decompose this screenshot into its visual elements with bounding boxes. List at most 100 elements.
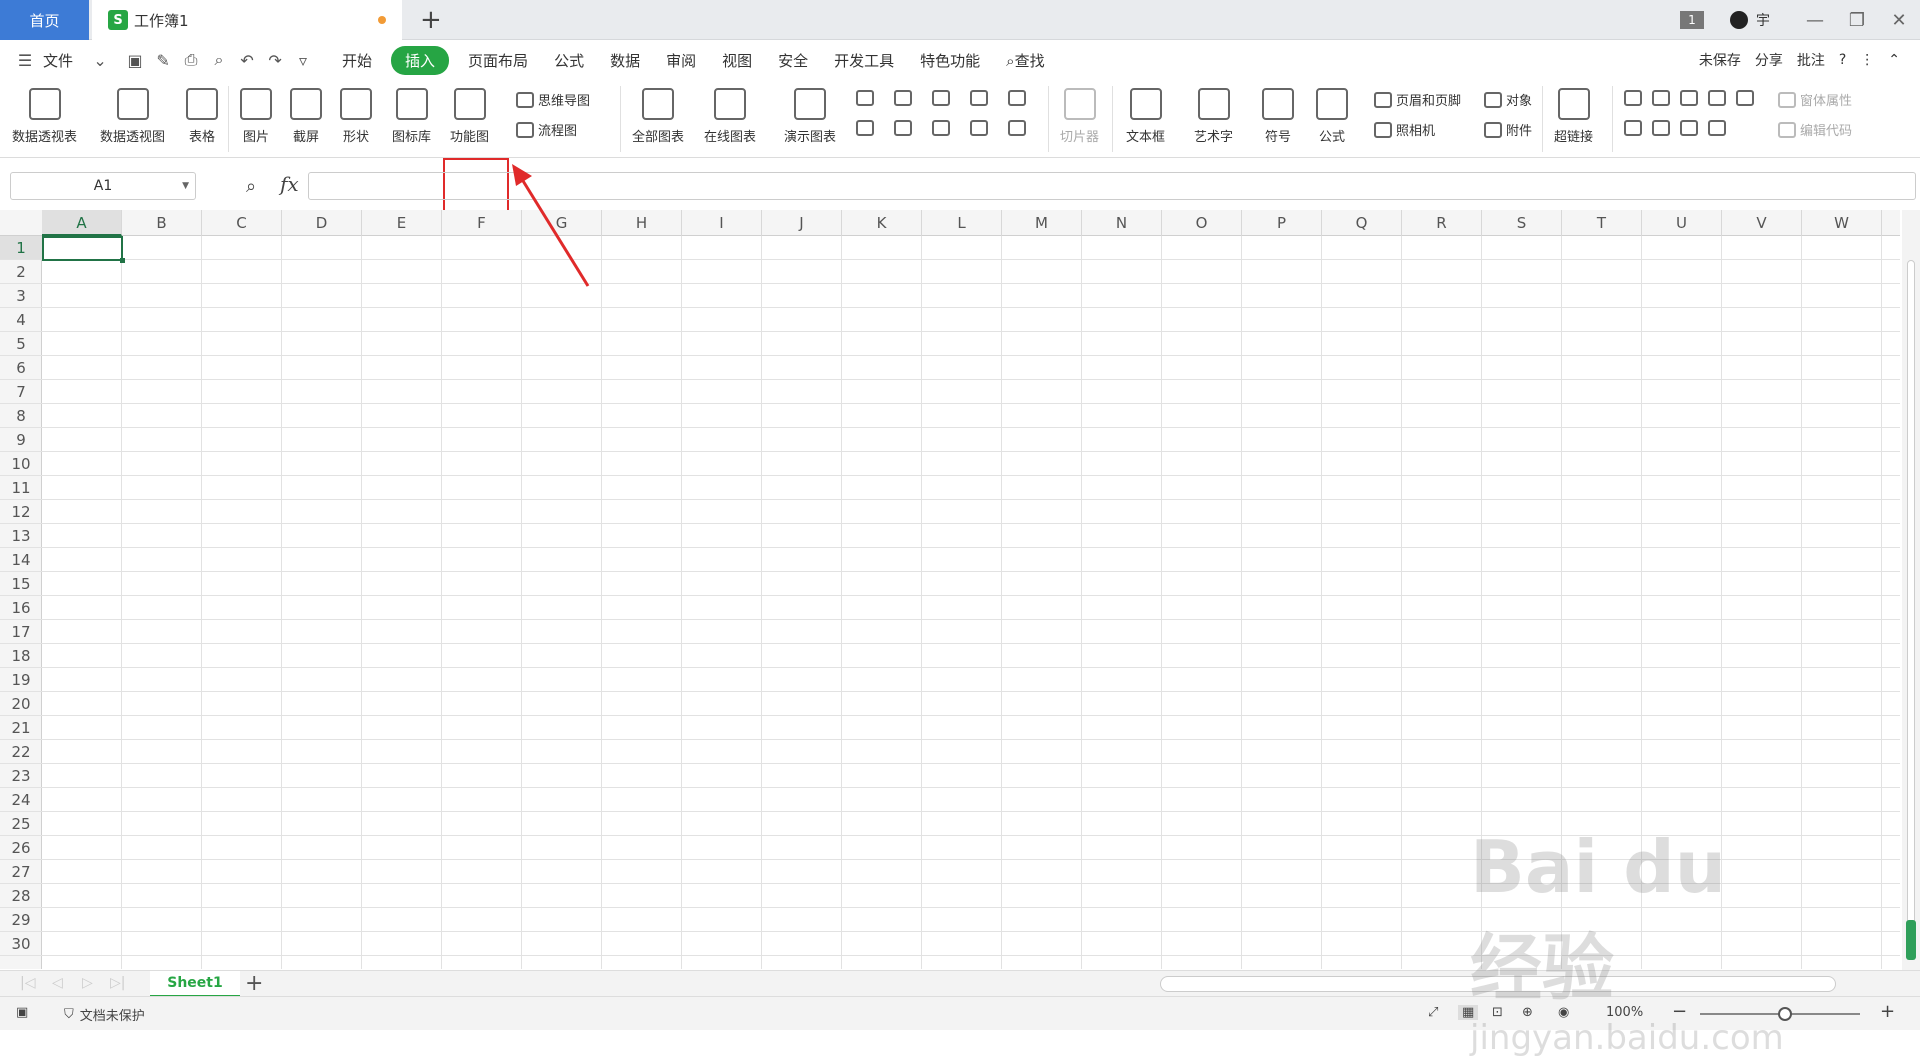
- pie-chart-button[interactable]: [932, 120, 954, 136]
- word-art-button[interactable]: 艺术字: [1194, 88, 1233, 145]
- menu-dev-tools[interactable]: 开发工具: [821, 50, 907, 71]
- tab-home[interactable]: 首页: [0, 0, 89, 40]
- save-icon[interactable]: ▣: [124, 49, 146, 71]
- protection-status[interactable]: ⛉ 文档未保护: [64, 1005, 145, 1024]
- column-header[interactable]: V: [1722, 210, 1802, 236]
- vertical-scroll-thumb[interactable]: [1907, 260, 1915, 960]
- row-header[interactable]: 7: [0, 380, 42, 404]
- menu-view[interactable]: 视图: [709, 50, 765, 71]
- column-header[interactable]: K: [842, 210, 922, 236]
- row-header[interactable]: 23: [0, 764, 42, 788]
- pivot-table-button[interactable]: 数据透视表: [12, 88, 77, 145]
- print-preview-icon[interactable]: ⌕: [208, 49, 230, 71]
- row-header[interactable]: 9: [0, 428, 42, 452]
- prev-sheet-icon[interactable]: ◁: [52, 975, 63, 991]
- row-header[interactable]: 2: [0, 260, 42, 284]
- macro-record-icon[interactable]: ▣: [16, 1005, 28, 1020]
- menu-formula[interactable]: 公式: [541, 50, 597, 71]
- close-button[interactable]: ✕: [1878, 10, 1920, 31]
- stat-chart-button[interactable]: [894, 120, 916, 136]
- column-header[interactable]: S: [1482, 210, 1562, 236]
- chevron-down-icon[interactable]: ⌄: [89, 49, 111, 71]
- column-header[interactable]: Q: [1322, 210, 1402, 236]
- flowchart-button[interactable]: 流程图: [516, 120, 577, 139]
- redo-icon[interactable]: ↷: [264, 49, 286, 71]
- menu-data[interactable]: 数据: [597, 50, 653, 71]
- row-header[interactable]: 3: [0, 284, 42, 308]
- radar-chart-button[interactable]: [970, 90, 992, 106]
- more-icon[interactable]: ⋮: [1860, 52, 1874, 68]
- menu-file[interactable]: 文件: [39, 50, 86, 71]
- form-list-control[interactable]: [1624, 120, 1646, 136]
- row-header[interactable]: 15: [0, 572, 42, 596]
- attachment-button[interactable]: 附件: [1484, 120, 1532, 139]
- column-header[interactable]: R: [1402, 210, 1482, 236]
- text-box-button[interactable]: 文本框: [1126, 88, 1165, 145]
- restore-button[interactable]: ❐: [1836, 10, 1878, 31]
- form-radio-control[interactable]: [1736, 90, 1758, 106]
- row-header[interactable]: 26: [0, 836, 42, 860]
- column-header[interactable]: P: [1242, 210, 1322, 236]
- undo-icon[interactable]: ↶: [236, 49, 258, 71]
- camera-button[interactable]: 照相机: [1374, 120, 1435, 139]
- menu-page-layout[interactable]: 页面布局: [455, 50, 541, 71]
- collapse-ribbon-icon[interactable]: ⌃: [1888, 52, 1900, 68]
- sheet-tab-sheet1[interactable]: Sheet1: [150, 971, 240, 997]
- add-sheet-button[interactable]: +: [245, 971, 263, 996]
- row-header[interactable]: 17: [0, 620, 42, 644]
- column-header[interactable]: L: [922, 210, 1002, 236]
- row-header[interactable]: 10: [0, 452, 42, 476]
- line-chart-button[interactable]: [932, 90, 954, 106]
- row-header[interactable]: 30: [0, 932, 42, 956]
- column-header[interactable]: H: [602, 210, 682, 236]
- minimize-button[interactable]: —: [1794, 10, 1836, 31]
- next-sheet-icon[interactable]: ▷: [82, 975, 93, 991]
- vertical-scrollbar[interactable]: [1902, 210, 1920, 970]
- column-header[interactable]: T: [1562, 210, 1642, 236]
- cloud-save-status[interactable]: 未保存: [1699, 50, 1741, 70]
- last-sheet-icon[interactable]: ▷|: [110, 975, 125, 991]
- all-charts-button[interactable]: 全部图表: [632, 88, 684, 145]
- share-button[interactable]: 分享: [1755, 50, 1783, 70]
- form-group-control[interactable]: [1652, 90, 1674, 106]
- user-account[interactable]: 宇: [1730, 10, 1770, 30]
- column-header[interactable]: G: [522, 210, 602, 236]
- formula-input[interactable]: [308, 172, 1916, 200]
- column-header[interactable]: A: [42, 210, 122, 236]
- object-button[interactable]: 对象: [1484, 90, 1532, 109]
- row-header[interactable]: 28: [0, 884, 42, 908]
- menu-search[interactable]: ⌕查找: [993, 50, 1057, 71]
- column-header[interactable]: I: [682, 210, 762, 236]
- row-header[interactable]: 4: [0, 308, 42, 332]
- hyperlink-button[interactable]: 超链接: [1554, 88, 1593, 145]
- formula-button[interactable]: 公式: [1316, 88, 1348, 145]
- fullscreen-icon[interactable]: ⤢: [1428, 1005, 1438, 1020]
- form-properties-button[interactable]: 窗体属性: [1778, 90, 1852, 109]
- icon-library-button[interactable]: 图标库: [392, 88, 431, 145]
- slicer-button[interactable]: 切片器: [1060, 88, 1099, 145]
- screenshot-button[interactable]: 截屏: [290, 88, 322, 145]
- first-sheet-icon[interactable]: |◁: [20, 975, 35, 991]
- table-button[interactable]: 表格: [186, 88, 218, 145]
- column-header[interactable]: E: [362, 210, 442, 236]
- print-icon[interactable]: ⎙: [180, 49, 202, 71]
- mind-map-button[interactable]: 思维导图: [516, 90, 590, 109]
- row-header[interactable]: 13: [0, 524, 42, 548]
- comment-button[interactable]: 批注: [1797, 50, 1825, 70]
- row-header[interactable]: 19: [0, 668, 42, 692]
- hamburger-icon[interactable]: ☰: [14, 49, 36, 71]
- pivot-chart-button[interactable]: 数据透视图: [100, 88, 165, 145]
- trend-chart-button[interactable]: [1008, 120, 1030, 136]
- help-icon[interactable]: ?: [1839, 52, 1846, 68]
- form-scroll-control[interactable]: [1680, 120, 1702, 136]
- column-header[interactable]: W: [1802, 210, 1882, 236]
- row-header[interactable]: 24: [0, 788, 42, 812]
- row-header[interactable]: 22: [0, 740, 42, 764]
- form-button-control[interactable]: [1680, 90, 1702, 106]
- row-header[interactable]: 6: [0, 356, 42, 380]
- combo-chart-button[interactable]: [1008, 90, 1030, 106]
- row-header[interactable]: 14: [0, 548, 42, 572]
- bar-chart-button[interactable]: [894, 90, 916, 106]
- active-cell-indicator[interactable]: [42, 236, 125, 263]
- edit-code-button[interactable]: 编辑代码: [1778, 120, 1852, 139]
